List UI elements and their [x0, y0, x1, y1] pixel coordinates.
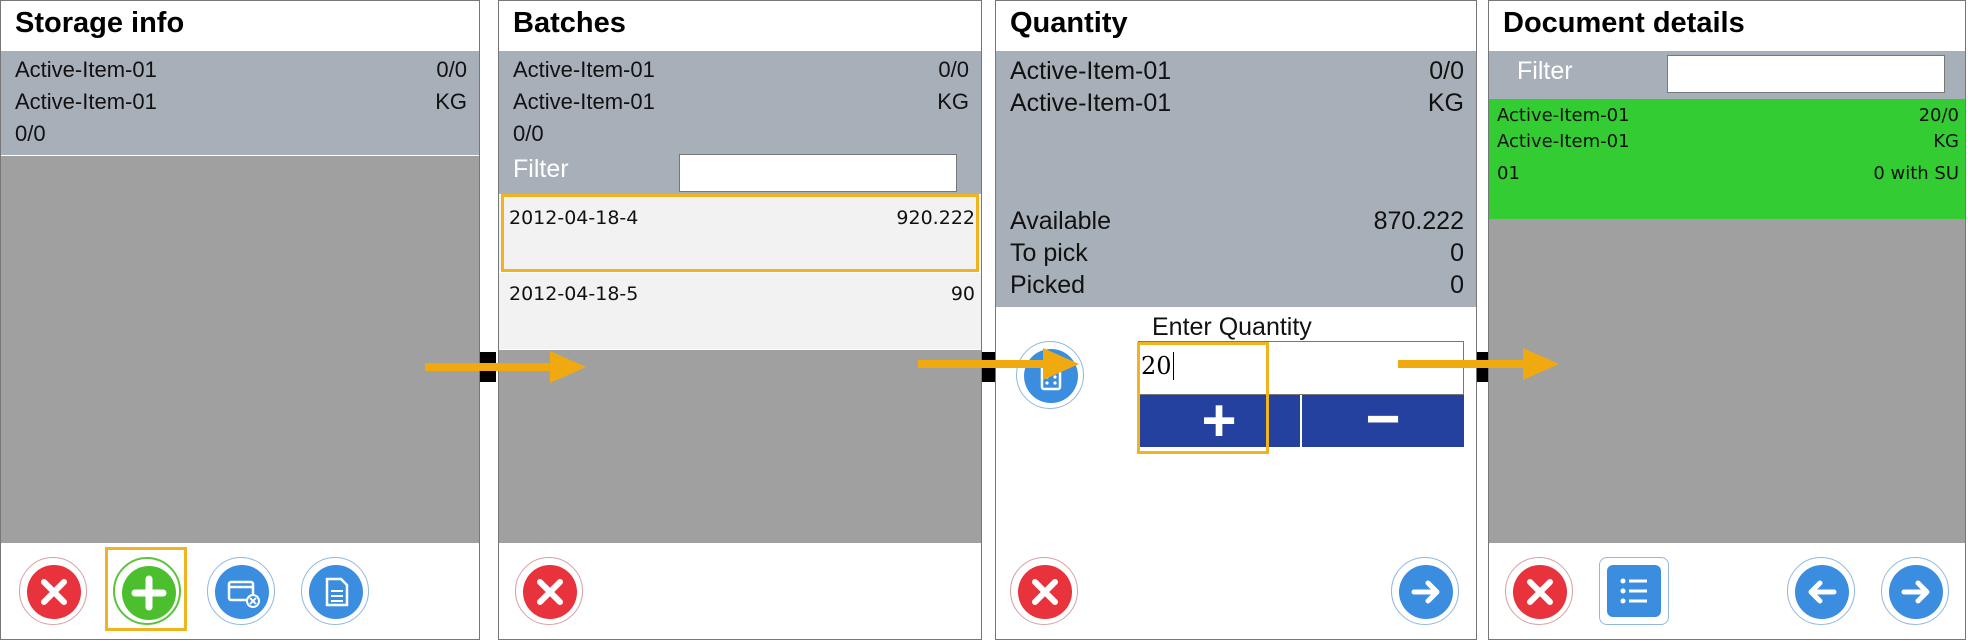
item-name: Active-Item-01 — [1497, 131, 1630, 152]
filter-label: Filter — [1517, 57, 1573, 85]
item-info: Active-Item-01 0/0 Active-Item-01 KG Avail… — [996, 51, 1476, 307]
storage-info-panel: Storage info Active-Item-01 0/0 Active-It… — [0, 0, 480, 640]
topick-value: 0 — [1450, 239, 1464, 267]
picked-label: Picked — [1010, 271, 1086, 299]
item-name: Active-Item-01 — [513, 89, 655, 114]
batch-number: 2012-04-18-5 — [509, 283, 639, 305]
arrow-right-icon — [1411, 580, 1440, 604]
item-count: 0/0 — [938, 57, 969, 82]
decrement-button[interactable]: − — [1302, 389, 1464, 449]
filter-input[interactable] — [679, 154, 957, 192]
batches-panel: Batches Active-Item-01 0/0 Active-Item-01… — [498, 0, 982, 640]
cancel-icon — [537, 579, 563, 605]
available-label: Available — [1010, 207, 1112, 235]
remove-storage-button[interactable] — [207, 557, 275, 625]
page-title: Document details — [1503, 7, 1745, 39]
document-details-panel: Document details Filter Active-Item-01 2… — [1488, 0, 1966, 640]
cancel-icon — [1527, 579, 1553, 605]
filter-input[interactable] — [1667, 55, 1945, 93]
item-unit: KG — [1933, 131, 1959, 152]
item-name: Active-Item-01 — [1010, 89, 1172, 117]
item-name: Active-Item-01 — [15, 57, 157, 82]
flow-arrow-shaft — [1398, 360, 1528, 368]
empty-list-area — [1489, 219, 1965, 545]
bottom-toolbar — [1489, 543, 1965, 639]
document-icon — [325, 577, 349, 607]
list-button[interactable] — [1599, 557, 1669, 625]
flow-arrow-shaft — [425, 363, 555, 371]
document-list-item[interactable]: Active-Item-01 20/0 Active-Item-01 KG 01… — [1489, 99, 1965, 219]
item-name: Active-Item-01 — [1497, 105, 1630, 126]
picked-value: 0 — [1450, 271, 1464, 299]
item-info: Active-Item-01 0/0 Active-Item-01 KG 0/0 — [1, 51, 479, 155]
available-value: 870.222 — [1373, 207, 1464, 235]
cancel-button[interactable] — [1010, 557, 1078, 625]
arrow-right-icon — [1901, 580, 1930, 604]
flow-arrow-shaft — [918, 360, 1048, 368]
next-button[interactable] — [1391, 557, 1459, 625]
page-title: Storage info — [15, 7, 185, 39]
arrow-left-icon — [1808, 580, 1837, 604]
bottom-toolbar — [1, 543, 479, 639]
filter-label: Filter — [513, 155, 569, 183]
storage-unit-code: 01 — [1497, 163, 1520, 184]
enter-quantity-label: Enter Quantity — [1152, 313, 1312, 341]
bottom-toolbar — [996, 543, 1476, 639]
next-button[interactable] — [1881, 557, 1949, 625]
flow-arrow-head — [1043, 348, 1079, 380]
flow-arrow-head — [550, 351, 586, 383]
cancel-button[interactable] — [1505, 557, 1573, 625]
topick-label: To pick — [1010, 239, 1088, 267]
list-icon — [1620, 578, 1647, 604]
item-count: 0/0 — [1429, 57, 1464, 85]
item-count: 0/0 — [15, 121, 46, 146]
remove-storage-icon — [227, 580, 260, 608]
page-title: Batches — [513, 7, 626, 39]
page-title: Quantity — [1010, 7, 1128, 39]
bottom-toolbar — [499, 543, 981, 639]
item-unit: KG — [435, 89, 467, 114]
cancel-icon — [1032, 579, 1058, 605]
item-count: 0/0 — [436, 57, 467, 82]
item-count: 0/0 — [513, 121, 544, 146]
empty-list-area — [1, 156, 479, 545]
item-name: Active-Item-01 — [513, 57, 655, 82]
item-count: 20/0 — [1918, 105, 1959, 126]
highlight-frame — [105, 547, 187, 631]
filter-bar: Filter — [1489, 51, 1965, 99]
batch-list-item[interactable]: 2012-04-18-5 90 — [499, 273, 981, 349]
item-name: Active-Item-01 — [1010, 57, 1172, 85]
highlight-frame — [1137, 342, 1269, 454]
item-unit: KG — [1427, 89, 1464, 117]
cancel-button[interactable] — [19, 557, 87, 625]
batch-quantity: 90 — [950, 283, 975, 305]
cancel-icon — [41, 579, 67, 605]
back-button[interactable] — [1787, 557, 1855, 625]
highlight-frame — [501, 194, 979, 272]
item-unit: KG — [937, 89, 969, 114]
flow-arrow-head — [1523, 348, 1559, 380]
quantity-panel: Quantity Active-Item-01 0/0 Active-Item-0… — [995, 0, 1477, 640]
item-name: Active-Item-01 — [15, 89, 157, 114]
storage-unit-count: 0 with SU — [1873, 163, 1959, 184]
cancel-button[interactable] — [515, 557, 583, 625]
minus-label: − — [1365, 385, 1401, 452]
item-info: Active-Item-01 0/0 Active-Item-01 KG 0/0 F… — [499, 51, 981, 194]
document-button[interactable] — [301, 557, 369, 625]
